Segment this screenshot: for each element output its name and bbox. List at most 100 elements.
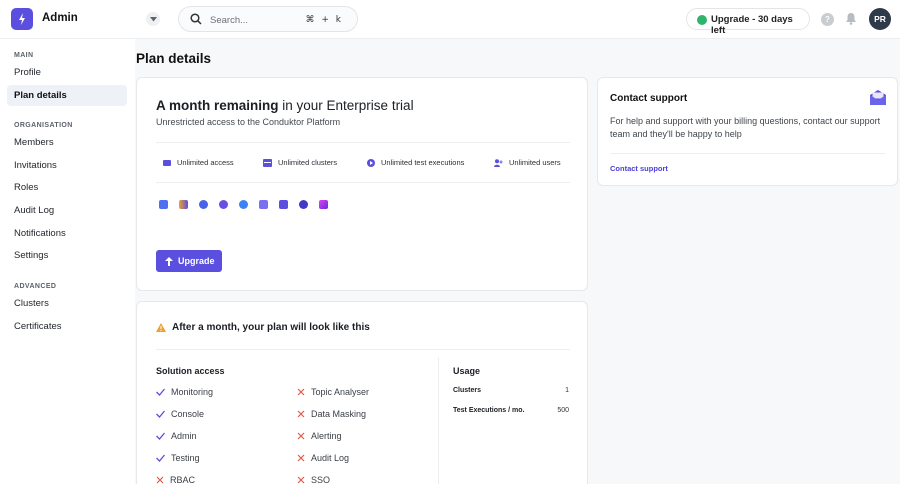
check-icon [156, 410, 165, 418]
divider [156, 349, 570, 350]
users-icon [494, 158, 503, 167]
rbac-icon [299, 200, 308, 209]
sso-icon [319, 200, 328, 209]
arrow-up-icon [165, 256, 173, 266]
sidebar-section-main: MAIN [14, 52, 34, 59]
support-text: For help and support with your billing q… [610, 116, 881, 139]
solution-label: Audit Log [311, 453, 350, 463]
solution-included-monitoring: Monitoring [156, 387, 213, 397]
conduktor-logo-icon[interactable] [11, 8, 33, 30]
sidebar: MAIN Profile Plan details ORGANISATION M… [0, 39, 135, 484]
usage-row-clusters: Clusters 1 [453, 387, 569, 394]
usage-row-test-executions: Test Executions / mo. 500 [453, 407, 569, 414]
usage-value: 1 [565, 387, 569, 394]
feature-label: Unlimited clusters [278, 158, 338, 167]
solution-label: Topic Analyser [311, 387, 370, 397]
mail-icon [870, 90, 886, 107]
upgrade-trial-button[interactable]: Upgrade - 30 days left [686, 8, 810, 36]
trial-status-dot [697, 15, 707, 25]
sidebar-item-settings[interactable]: Settings [7, 245, 127, 266]
usage-heading: Usage [453, 366, 481, 376]
help-icon[interactable]: ? [821, 13, 834, 26]
sidebar-item-clusters[interactable]: Clusters [7, 293, 127, 314]
solution-excluded-topic-analyser: Topic Analyser [297, 387, 369, 397]
x-icon [297, 388, 305, 396]
solution-excluded-rbac: RBAC [156, 475, 195, 484]
sidebar-item-audit-log[interactable]: Audit Log [7, 200, 127, 221]
plan-headline-rest: in your Enterprise trial [278, 98, 414, 113]
contact-support-link[interactable]: Contact support [610, 164, 668, 173]
after-trial-title-text: After a month, your plan will look like … [172, 322, 370, 333]
check-icon [156, 388, 165, 396]
sidebar-item-roles[interactable]: Roles [7, 177, 127, 198]
feature-label: Unlimited users [509, 158, 561, 167]
app-title: Admin [42, 12, 78, 24]
contact-support-card: Contact support For help and support wit… [597, 77, 898, 186]
feature-label: Unlimited access [177, 158, 234, 167]
sidebar-item-invitations[interactable]: Invitations [7, 155, 127, 176]
x-icon [297, 410, 305, 418]
plan-headline-bold: A month remaining [156, 98, 279, 113]
play-icon [367, 158, 375, 167]
console-icon [179, 200, 188, 209]
upgrade-trial-label: Upgrade - 30 days left [711, 14, 793, 36]
testing-icon [239, 200, 248, 209]
after-trial-title: After a month, your plan will look like … [156, 322, 370, 333]
chevron-down-icon[interactable] [146, 12, 160, 26]
alerting-icon [279, 200, 288, 209]
monitoring-icon [159, 200, 168, 209]
feature-label: Unlimited test executions [381, 158, 465, 167]
feature-unlimited-clusters: Unlimited clusters [263, 158, 337, 167]
feature-unlimited-users: Unlimited users [494, 158, 561, 167]
solution-label: Console [171, 409, 205, 419]
sidebar-item-profile[interactable]: Profile [7, 62, 127, 83]
warning-icon [156, 323, 166, 332]
search-shortcut: ⌘ + k [305, 15, 343, 25]
solution-label: RBAC [170, 475, 196, 484]
solution-label: Testing [171, 453, 200, 463]
divider [156, 182, 570, 183]
solution-label: Admin [171, 431, 197, 441]
search-input[interactable]: Search... ⌘ + k [178, 6, 358, 32]
bell-icon[interactable] [845, 12, 857, 27]
solution-excluded-data-masking: Data Masking [297, 409, 366, 419]
check-icon [156, 432, 165, 440]
sidebar-item-notifications[interactable]: Notifications [7, 223, 127, 244]
sidebar-item-certificates[interactable]: Certificates [7, 316, 127, 337]
search-icon [190, 13, 202, 25]
topic-analyser-icon [199, 200, 208, 209]
solution-included-testing: Testing [156, 453, 200, 463]
x-icon [156, 476, 164, 484]
usage-label: Test Executions / mo. [453, 407, 525, 414]
server-icon [263, 158, 272, 167]
support-title: Contact support [610, 93, 688, 104]
search-placeholder: Search... [210, 15, 249, 26]
solution-access-heading: Solution access [156, 366, 225, 376]
plan-subtitle: Unrestricted access to the Conduktor Pla… [156, 117, 341, 127]
avatar[interactable]: PR [869, 8, 891, 30]
top-bar: Admin Search... ⌘ + k Upgrade - 30 days … [0, 0, 900, 39]
x-icon [297, 476, 305, 484]
sidebar-item-plan-details[interactable]: Plan details [7, 85, 127, 106]
feature-unlimited-test-executions: Unlimited test executions [367, 158, 464, 167]
sidebar-section-organisation: ORGANISATION [14, 122, 73, 129]
integration-icons [159, 200, 328, 209]
x-icon [297, 432, 305, 440]
usage-value: 500 [557, 407, 569, 414]
solution-label: Alerting [311, 431, 342, 441]
sidebar-section-advanced: ADVANCED [14, 283, 57, 290]
solution-included-admin: Admin [156, 431, 197, 441]
admin-icon [259, 200, 268, 209]
check-icon [156, 454, 165, 462]
solution-excluded-alerting: Alerting [297, 431, 342, 441]
x-icon [297, 454, 305, 462]
upgrade-button[interactable]: Upgrade [156, 250, 222, 272]
sidebar-item-members[interactable]: Members [7, 132, 127, 153]
solution-label: Data Masking [311, 409, 367, 419]
divider [610, 153, 885, 154]
feature-unlimited-access: Unlimited access [163, 158, 234, 167]
page-title: Plan details [136, 51, 212, 66]
solution-included-console: Console [156, 409, 204, 419]
column-divider [438, 357, 439, 484]
key-icon [163, 159, 171, 166]
